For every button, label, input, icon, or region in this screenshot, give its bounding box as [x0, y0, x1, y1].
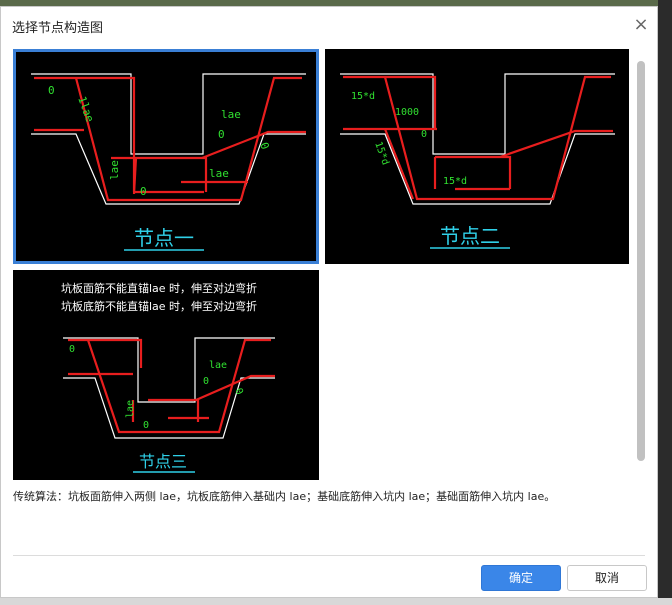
- node-3-note-2: 坑板底筋不能直锚lae 时，伸至对边弯折: [61, 299, 257, 313]
- n1-zero-right: 0: [257, 141, 271, 152]
- n1-lae-top: lae: [221, 108, 241, 121]
- algorithm-description: 传统算法：坑板面筋伸入两侧 lae，坑板底筋伸入基础内 lae；基础底筋伸入坑内…: [13, 490, 556, 503]
- footer-divider: [13, 555, 645, 556]
- n2-d15-left: 15*d: [351, 91, 375, 102]
- background-statusbar: [0, 598, 672, 605]
- cancel-button[interactable]: 取消: [567, 565, 647, 591]
- background-panel: [658, 0, 672, 605]
- n3-zero-right: 0: [232, 387, 245, 397]
- node-3-diagram: 坑板面筋不能直锚lae 时，伸至对边弯折 坑板底筋不能直锚lae 时，伸至对边弯…: [61, 281, 275, 473]
- n1-lae-side: lae: [108, 160, 121, 180]
- n2-d15-side: 15*d: [372, 140, 391, 166]
- node-1-diagram: 0 1lae lae 0 0 lae 0 lae 节点一: [31, 73, 306, 251]
- n2-zero-mid: 0: [421, 129, 427, 140]
- node-select-dialog: 选择节点构造图 × 0 1lae lae 0 0 lae 0 lae 节点一 1…: [0, 6, 658, 598]
- dialog-title: 选择节点构造图: [12, 21, 104, 36]
- node-3-note-1: 坑板面筋不能直锚lae 时，伸至对边弯折: [61, 281, 257, 295]
- n1-zero-bottom: 0: [140, 185, 147, 198]
- n3-lae-top: lae: [209, 360, 227, 371]
- node-option-2[interactable]: 15*d 1000 0 15*d 15*d 节点二: [325, 49, 629, 264]
- node-option-1[interactable]: 0 1lae lae 0 0 lae 0 lae 节点一: [13, 49, 319, 264]
- node-option-3[interactable]: 坑板面筋不能直锚lae 时，伸至对边弯折 坑板底筋不能直锚lae 时，伸至对边弯…: [13, 270, 319, 480]
- n1-one-lae: 1lae: [75, 95, 96, 124]
- close-icon[interactable]: ×: [631, 15, 651, 35]
- node-2-caption: 节点二: [440, 224, 500, 248]
- n3-zero-bottom: 0: [143, 420, 149, 431]
- node-1-caption: 节点一: [134, 226, 194, 250]
- node-3-caption: 节点三: [139, 452, 187, 471]
- n3-zero-mid: 0: [203, 376, 209, 387]
- n3-lae-side: lae: [125, 400, 136, 418]
- node-gallery: 0 1lae lae 0 0 lae 0 lae 节点一 15*d 1000 0…: [13, 49, 633, 484]
- scrollbar-thumb[interactable]: [637, 61, 645, 461]
- n2-d15-bottom: 15*d: [443, 176, 467, 187]
- gallery-scrollbar[interactable]: [637, 61, 645, 471]
- n1-zero-mid: 0: [218, 128, 225, 141]
- node-2-diagram: 15*d 1000 0 15*d 15*d 节点二: [340, 73, 615, 249]
- n2-dim-1000: 1000: [395, 107, 419, 118]
- ok-button[interactable]: 确定: [481, 565, 561, 591]
- n1-lae-bottom: lae: [209, 167, 229, 180]
- n3-zero-left: 0: [69, 344, 75, 355]
- n1-zero-left: 0: [48, 84, 55, 97]
